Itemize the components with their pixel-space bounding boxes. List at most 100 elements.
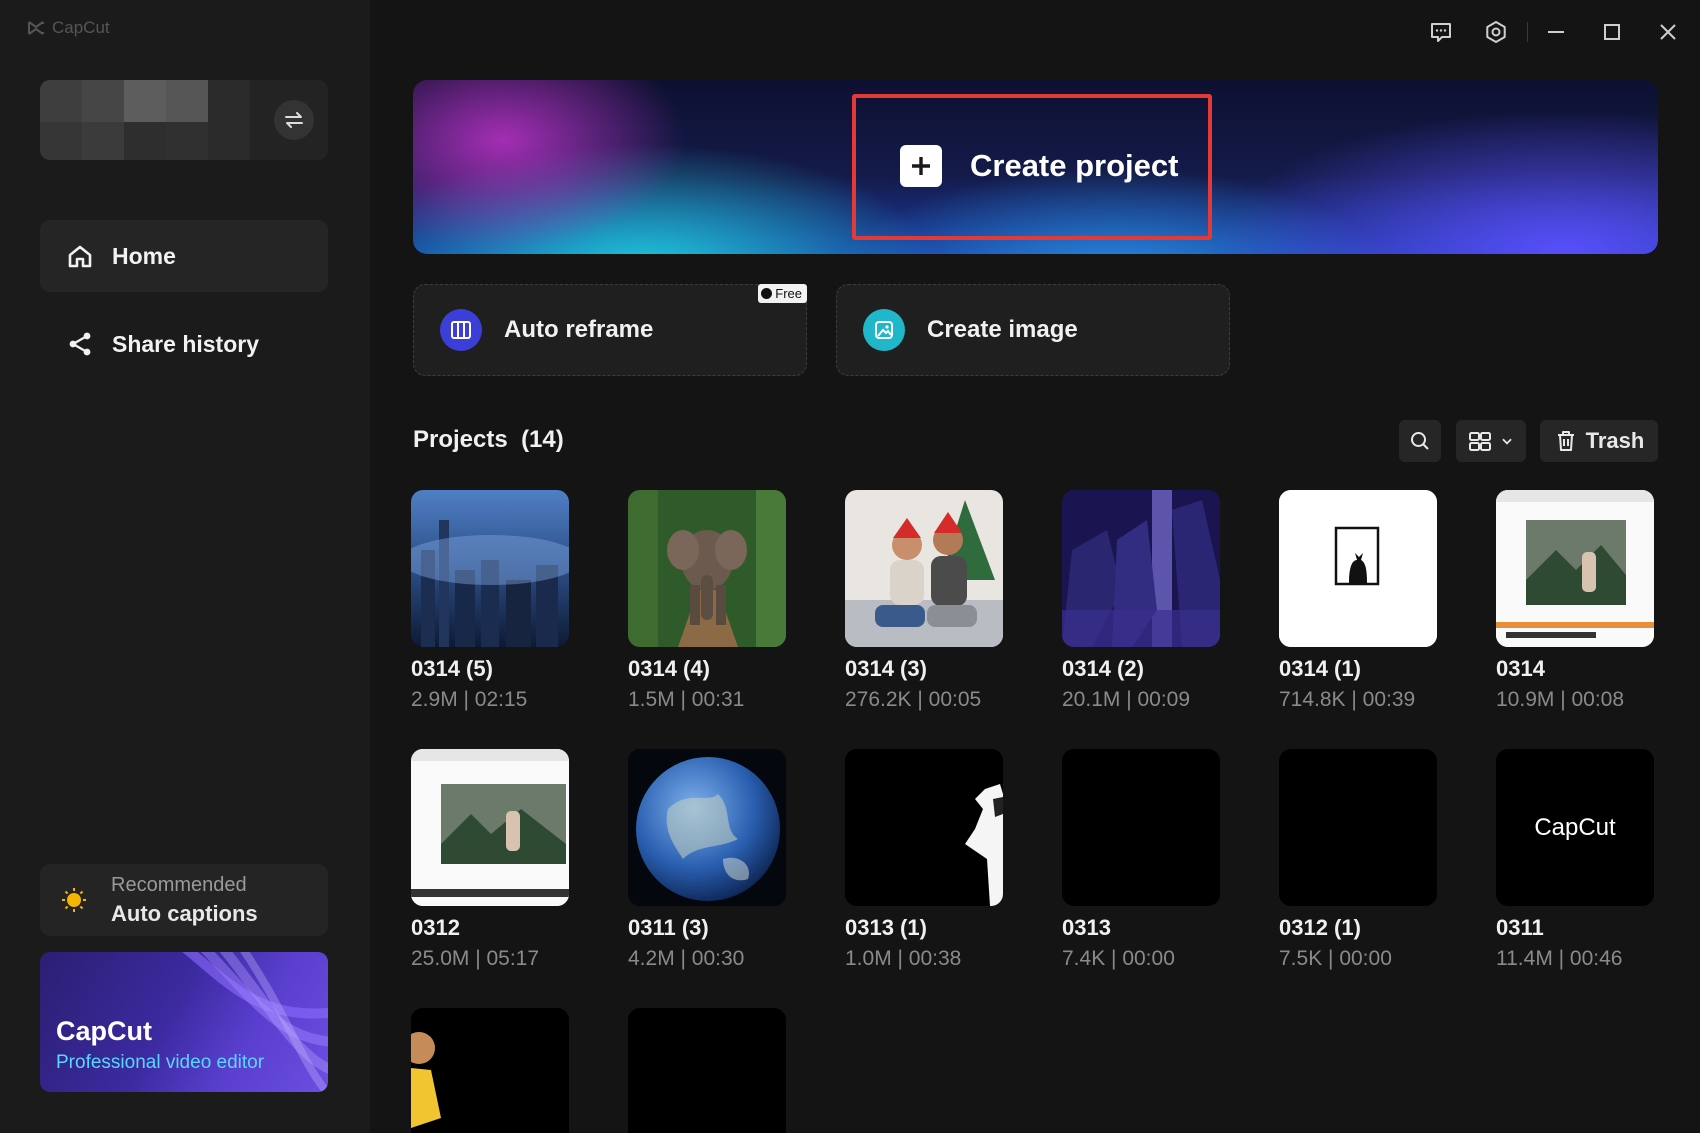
sidebar-item-home[interactable]: Home bbox=[40, 220, 328, 292]
cat-window-thumbnail-icon bbox=[1279, 490, 1437, 647]
project-tile[interactable] bbox=[411, 1008, 569, 1133]
promo-subtitle: Professional video editor bbox=[56, 1052, 265, 1073]
elephant-thumbnail-icon bbox=[628, 490, 786, 647]
project-tile[interactable]: 0314 (3) 276.2K | 00:05 bbox=[845, 490, 1003, 712]
project-tile[interactable]: 0314 (5) 2.9M | 02:15 bbox=[411, 490, 569, 712]
create-image-card[interactable]: Create image bbox=[836, 284, 1230, 376]
project-thumbnail: CapCut bbox=[1496, 749, 1654, 906]
account-card[interactable] bbox=[40, 80, 328, 160]
minimize-button[interactable] bbox=[1538, 14, 1574, 50]
person-yellow-thumbnail-icon bbox=[411, 1008, 569, 1133]
close-button[interactable] bbox=[1650, 14, 1686, 50]
project-name: 0314 (1) bbox=[1279, 656, 1361, 681]
view-toggle-button[interactable] bbox=[1456, 420, 1526, 462]
project-name: 0313 (1) bbox=[845, 915, 927, 940]
project-tile[interactable]: 0314 (4) 1.5M | 00:31 bbox=[628, 490, 786, 712]
editor-screenshot-thumbnail-icon bbox=[411, 749, 569, 906]
app-logo: CapCut bbox=[26, 18, 110, 38]
project-thumbnail bbox=[1279, 490, 1437, 647]
recommended-item: Auto captions bbox=[111, 901, 258, 926]
project-thumbnail bbox=[411, 490, 569, 647]
maximize-button[interactable] bbox=[1594, 14, 1630, 50]
titlebar-divider bbox=[1527, 22, 1528, 42]
editor-screenshot-thumbnail-icon bbox=[1496, 490, 1654, 647]
project-meta: 2.9M | 02:15 bbox=[411, 688, 528, 711]
home-icon bbox=[68, 245, 92, 268]
project-tile[interactable]: 0314 (1) 714.8K | 00:39 bbox=[1279, 490, 1437, 712]
swap-icon bbox=[285, 112, 303, 128]
feedback-icon bbox=[1431, 23, 1451, 42]
project-meta: 1.0M | 00:38 bbox=[845, 947, 962, 970]
create-project-label: Create project bbox=[970, 148, 1179, 183]
settings-button[interactable] bbox=[1478, 14, 1514, 50]
maximize-icon bbox=[1604, 24, 1620, 40]
app-name: CapCut bbox=[52, 18, 110, 37]
sidebar-item-label: Share history bbox=[112, 330, 259, 357]
project-tile[interactable]: 0312 25.0M | 05:17 bbox=[411, 749, 569, 971]
project-tile[interactable]: CapCut 0311 11.4M | 00:46 bbox=[1496, 749, 1654, 971]
reframe-icon bbox=[440, 309, 482, 351]
chevron-down-icon bbox=[1502, 438, 1512, 445]
project-thumbnail bbox=[1062, 490, 1220, 647]
project-tile[interactable]: 0313 7.4K | 00:00 bbox=[1062, 749, 1220, 971]
project-thumbnail bbox=[1062, 749, 1220, 906]
project-name: 0314 (4) bbox=[628, 656, 710, 681]
promo-title: CapCut bbox=[56, 1016, 152, 1046]
recommended-auto-captions[interactable]: Recommended Auto captions bbox=[40, 864, 328, 936]
project-tile[interactable]: 0313 (1) 1.0M | 00:38 bbox=[845, 749, 1003, 971]
create-image-label: Create image bbox=[927, 316, 1078, 343]
grid-view-icon bbox=[1469, 432, 1491, 451]
project-meta: 276.2K | 00:05 bbox=[845, 688, 982, 711]
avatar bbox=[40, 80, 250, 160]
earth-thumbnail-icon bbox=[628, 749, 786, 906]
project-meta: 7.4K | 00:00 bbox=[1062, 947, 1175, 970]
image-icon bbox=[863, 309, 905, 351]
project-name: 0312 bbox=[411, 915, 460, 940]
feedback-button[interactable] bbox=[1423, 14, 1459, 50]
recommended-label: Recommended bbox=[111, 874, 247, 896]
project-thumbnail bbox=[845, 749, 1003, 906]
settings-icon bbox=[1486, 21, 1506, 43]
thumbnail-text: CapCut bbox=[1534, 813, 1616, 841]
capcut-logo-icon bbox=[28, 21, 44, 35]
project-thumbnail bbox=[628, 490, 786, 647]
project-meta: 10.9M | 00:08 bbox=[1496, 688, 1625, 711]
trash-button[interactable]: Trash bbox=[1540, 420, 1658, 462]
project-name: 0314 (3) bbox=[845, 656, 927, 681]
promo-banner[interactable]: CapCut Professional video editor bbox=[40, 952, 328, 1092]
auto-reframe-card[interactable]: Auto reframe Free bbox=[413, 284, 807, 376]
project-tile[interactable] bbox=[628, 1008, 786, 1133]
project-meta: 4.2M | 00:30 bbox=[628, 947, 745, 970]
project-tile[interactable]: 0314 (2) 20.1M | 00:09 bbox=[1062, 490, 1220, 712]
project-thumbnail bbox=[411, 1008, 569, 1133]
project-thumbnail bbox=[628, 1008, 786, 1133]
sidebar-item-share-history[interactable]: Share history bbox=[40, 308, 328, 380]
free-badge-label: Free bbox=[775, 286, 802, 301]
project-thumbnail bbox=[845, 490, 1003, 647]
free-badge: Free bbox=[758, 284, 807, 303]
sidebar-item-label: Home bbox=[112, 242, 176, 269]
project-meta: 11.4M | 00:46 bbox=[1496, 947, 1623, 970]
project-thumbnail bbox=[1496, 490, 1654, 647]
project-name: 0314 bbox=[1496, 656, 1545, 681]
search-icon bbox=[1411, 432, 1429, 450]
share-icon bbox=[69, 332, 91, 356]
create-project-button[interactable]: Create project bbox=[900, 145, 1178, 187]
city-fog-thumbnail-icon bbox=[411, 490, 569, 647]
project-name: 0311 bbox=[1496, 915, 1544, 940]
project-meta: 20.1M | 00:09 bbox=[1062, 688, 1191, 711]
person-cutout-thumbnail-icon bbox=[845, 749, 1003, 906]
project-name: 0314 (2) bbox=[1062, 656, 1144, 681]
sidebar: CapCut Home Share history Recommended Au… bbox=[0, 0, 370, 1133]
project-name: 0313 bbox=[1062, 915, 1111, 940]
projects-heading: Projects (14) bbox=[413, 426, 564, 454]
project-name: 0312 (1) bbox=[1279, 915, 1361, 940]
switch-account-button[interactable] bbox=[274, 100, 314, 140]
project-tile[interactable]: 0312 (1) 7.5K | 00:00 bbox=[1279, 749, 1437, 971]
minimize-icon bbox=[1548, 31, 1564, 33]
search-button[interactable] bbox=[1399, 420, 1441, 462]
project-tile[interactable]: 0314 10.9M | 00:08 bbox=[1496, 490, 1654, 712]
project-tile[interactable]: 0311 (3) 4.2M | 00:30 bbox=[628, 749, 786, 971]
project-name: 0311 (3) bbox=[628, 915, 709, 940]
project-meta: 714.8K | 00:39 bbox=[1279, 688, 1416, 711]
